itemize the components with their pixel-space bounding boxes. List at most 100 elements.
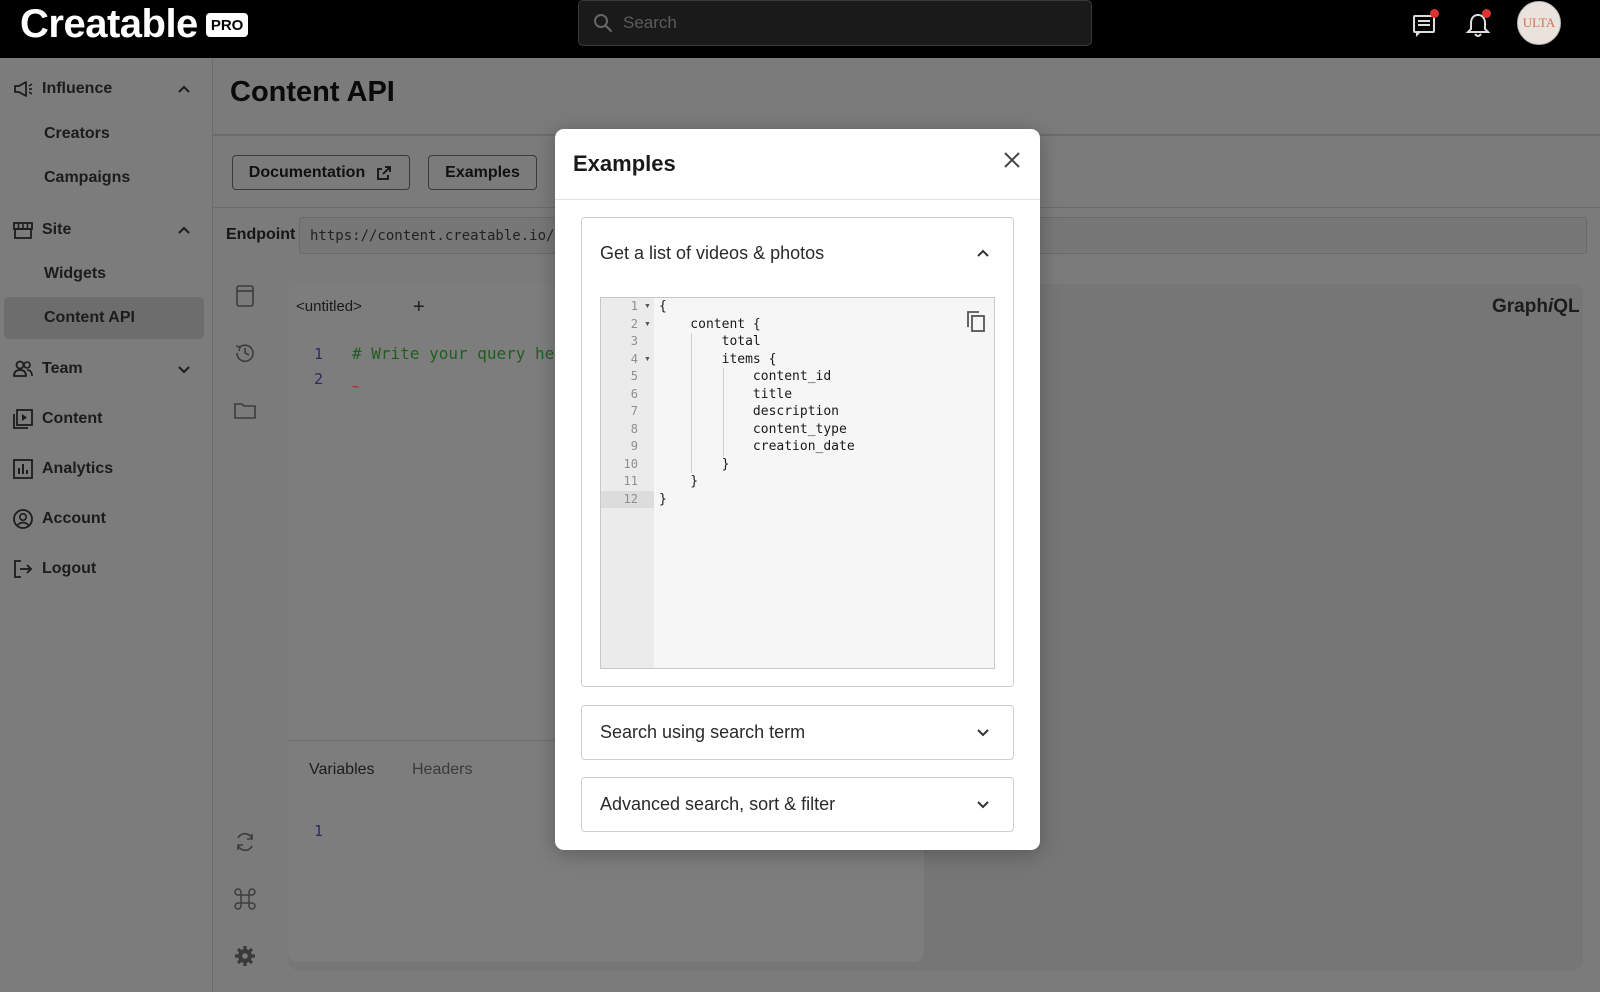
error-squiggle: ~ — [352, 380, 360, 394]
modal-divider — [555, 199, 1040, 200]
team-icon — [13, 360, 33, 377]
documentation-button[interactable]: Documentation — [232, 155, 410, 190]
fold-arrow-icon[interactable]: ▼ — [644, 298, 651, 316]
sidebar-section-content[interactable]: Content — [12, 405, 192, 433]
code-block[interactable]: 1 2 3 4 5 6 7 8 9 10 11 12 ▼ ▼ ▼ { conte… — [600, 297, 995, 669]
variables-line-number: 1 — [314, 822, 324, 840]
code-line-number: 8 — [630, 421, 638, 436]
sidebar-item-content-api[interactable]: Content API — [4, 297, 204, 339]
code-line: { — [659, 299, 667, 314]
tab-untitled[interactable]: <untitled> — [288, 290, 398, 322]
documentation-label: Documentation — [248, 163, 366, 181]
code-line: content_type — [659, 421, 847, 437]
docs-icon[interactable] — [232, 283, 258, 309]
code-line-number: 11 — [623, 474, 638, 488]
chevron-down-icon[interactable] — [176, 361, 192, 377]
page-title: Content API — [230, 76, 395, 108]
code-line: } — [659, 491, 667, 507]
avatar[interactable]: ULTA — [1517, 1, 1561, 45]
sidebar-section-label: Content — [42, 410, 103, 427]
code-line-number: 7 — [630, 404, 638, 418]
code-line: } — [659, 474, 699, 489]
external-link-icon — [377, 165, 392, 180]
sidebar: Influence Creators Campaigns Site Widget… — [0, 58, 213, 992]
graphiql-logo-graph: Graph — [1492, 296, 1548, 317]
top-bar: Creatable PRO ULTA — [0, 0, 1600, 58]
graphiql-logo: GraphiQL — [1492, 296, 1580, 318]
code-line-number: 3 — [630, 334, 638, 348]
sidebar-item-campaigns[interactable]: Campaigns — [4, 157, 204, 199]
code-line-number: 12 — [601, 490, 654, 508]
chevron-down-icon[interactable] — [975, 724, 991, 740]
chevron-up-icon[interactable] — [176, 81, 192, 97]
brand-name: Creatable — [20, 2, 198, 46]
sidebar-item-creators[interactable]: Creators — [4, 113, 204, 155]
examples-modal: Examples Get a list of videos & photos 1… — [555, 129, 1040, 850]
search-input[interactable] — [623, 13, 1063, 33]
tab-variables[interactable]: Variables — [309, 761, 375, 779]
editor-line-number: 2 — [314, 370, 324, 388]
endpoint-label: Endpoint — [226, 226, 296, 243]
tab-headers[interactable]: Headers — [412, 761, 472, 779]
search-icon — [594, 14, 613, 33]
code-line: content_id — [659, 369, 832, 384]
account-circle-icon — [13, 509, 33, 529]
accordion-search-term[interactable]: Search using search term — [581, 705, 1014, 760]
megaphone-icon — [14, 81, 33, 97]
code-line: content { — [659, 316, 761, 332]
code-line-number: 6 — [630, 386, 638, 401]
sidebar-section-influence[interactable]: Influence — [12, 75, 192, 103]
code-line-number: 10 — [623, 456, 638, 471]
code-line: title — [659, 386, 793, 402]
analytics-icon — [13, 459, 33, 479]
brand-logo[interactable]: Creatable PRO — [20, 2, 249, 47]
history-icon[interactable] — [232, 340, 258, 366]
code-line: total — [659, 334, 761, 349]
editor-line-number: 1 — [314, 345, 324, 363]
accordion-header[interactable]: Advanced search, sort & filter — [600, 794, 835, 815]
add-tab-button[interactable]: + — [413, 296, 425, 319]
search-bar — [578, 0, 1092, 46]
video-library-icon — [13, 409, 33, 429]
sidebar-section-team[interactable]: Team — [12, 355, 192, 383]
fold-arrow-icon[interactable]: ▼ — [644, 316, 651, 334]
sidebar-section-label: Analytics — [42, 460, 114, 477]
logout-icon — [14, 560, 33, 578]
accordion-advanced-search[interactable]: Advanced search, sort & filter — [581, 777, 1014, 832]
refresh-icon[interactable] — [232, 829, 258, 855]
sidebar-section-account[interactable]: Account — [12, 505, 192, 533]
storefront-icon — [13, 222, 33, 239]
sidebar-section-logout[interactable]: Logout — [12, 555, 192, 583]
chevron-down-icon[interactable] — [975, 796, 991, 812]
accordion-header[interactable]: Search using search term — [600, 722, 805, 743]
chevron-up-icon[interactable] — [176, 222, 192, 238]
sidebar-section-analytics[interactable]: Analytics — [12, 455, 192, 483]
examples-button[interactable]: Examples — [428, 155, 537, 190]
sidebar-section-label: Logout — [42, 560, 97, 577]
copy-icon[interactable] — [965, 310, 987, 334]
chevron-up-icon[interactable] — [975, 245, 991, 261]
code-line: creation_date — [659, 439, 855, 454]
modal-title: Examples — [573, 151, 676, 176]
code-line: items { — [659, 351, 777, 367]
accordion-header[interactable]: Get a list of videos & photos — [600, 243, 824, 264]
code-line: } — [659, 456, 730, 472]
sidebar-item-widgets[interactable]: Widgets — [4, 253, 204, 295]
fold-arrow-icon[interactable]: ▼ — [644, 351, 651, 369]
sidebar-section-label: Team — [42, 360, 83, 377]
sidebar-section-label: Influence — [42, 80, 113, 97]
close-icon[interactable] — [1001, 149, 1023, 171]
settings-gear-icon[interactable] — [232, 943, 258, 969]
accordion-list-videos-photos: Get a list of videos & photos 1 2 3 4 5 … — [581, 217, 1014, 687]
sidebar-section-label: Site — [42, 221, 72, 238]
code-line-number: 9 — [630, 439, 638, 453]
folder-icon[interactable] — [232, 397, 258, 423]
shortcut-command-icon[interactable] — [232, 886, 258, 912]
sidebar-section-label: Account — [42, 510, 106, 527]
sidebar-section-site[interactable]: Site — [12, 216, 192, 244]
code-line: description — [659, 404, 840, 419]
editor-comment: # Write your query he — [352, 344, 555, 363]
messages-badge-dot — [1430, 9, 1439, 18]
graphiql-logo-ql: QL — [1553, 296, 1580, 317]
code-line-number: 5 — [630, 369, 638, 383]
